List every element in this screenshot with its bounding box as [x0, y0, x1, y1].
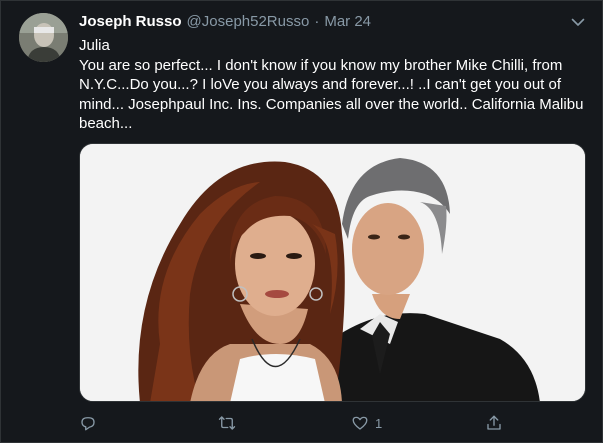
like-button[interactable]: 1: [351, 409, 382, 437]
tweet-date[interactable]: Mar 24: [324, 13, 371, 30]
tweet-photo: [80, 144, 585, 401]
more-options-button[interactable]: [568, 12, 588, 32]
like-count: 1: [375, 415, 383, 431]
heart-icon: [352, 416, 368, 430]
separator-dot: ·: [314, 13, 320, 30]
author-handle[interactable]: @Joseph52Russo: [187, 13, 310, 30]
tweet-card[interactable]: Joseph Russo @Joseph52Russo · Mar 24 Jul…: [0, 0, 603, 443]
share-icon: [487, 415, 501, 430]
tweet-text-line: Julia: [79, 37, 110, 54]
avatar[interactable]: [19, 13, 68, 62]
reply-icon: [81, 417, 95, 431]
retweet-button[interactable]: [217, 409, 237, 437]
tweet-text-body: You are so perfect... I don't know if yo…: [79, 56, 584, 133]
reply-button[interactable]: [79, 409, 97, 437]
author-name[interactable]: Joseph Russo: [79, 13, 182, 30]
retweet-icon: [218, 416, 236, 430]
tweet-text: Julia You are so perfect... I don't know…: [79, 36, 584, 134]
chevron-down-icon: [571, 18, 585, 26]
avatar-image: [19, 13, 68, 62]
tweet-header: Joseph Russo @Joseph52Russo · Mar 24: [79, 13, 371, 33]
share-button[interactable]: [485, 409, 503, 437]
tweet-actions: 1: [71, 409, 511, 437]
tweet-media[interactable]: [79, 143, 586, 402]
